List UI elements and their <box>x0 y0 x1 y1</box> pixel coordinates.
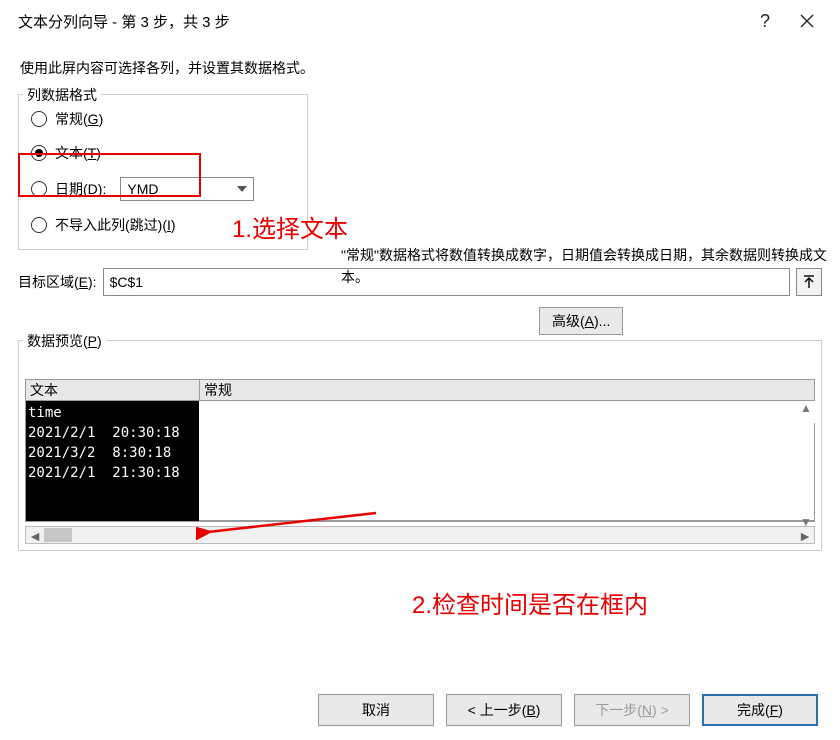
date-format-select[interactable]: YMD <box>120 177 254 201</box>
scroll-left-icon: ◄ <box>28 528 42 544</box>
close-icon <box>800 14 814 28</box>
radio-icon <box>31 111 47 127</box>
format-description: "常规"数据格式将数值转换成数字，日期值会转换成日期，其余数据则转换成文本。 <box>341 244 831 289</box>
advanced-button[interactable]: 高级(A)... <box>539 307 623 335</box>
cancel-button[interactable]: 取消 <box>318 694 434 726</box>
horizontal-scrollbar[interactable]: ◄ ► <box>25 526 815 544</box>
radio-date[interactable]: 日期(D): YMD <box>31 177 297 201</box>
scroll-right-icon: ► <box>798 528 812 544</box>
radio-icon <box>31 217 47 233</box>
preview-legend: 数据预览(P) <box>23 331 106 351</box>
data-preview: 数据预览(P) 文本 常规 time 2021/2/1 20:30:18 202… <box>18 340 822 551</box>
back-button[interactable]: < 上一步(B) <box>446 694 562 726</box>
chevron-down-icon <box>234 181 250 197</box>
preview-data-col2[interactable] <box>199 423 815 521</box>
next-button: 下一步(N) > <box>574 694 690 726</box>
annotation-text-1: 1.选择文本 <box>232 209 348 244</box>
dialog-title: 文本分列向导 - 第 3 步，共 3 步 <box>18 11 744 32</box>
close-button[interactable] <box>786 7 828 35</box>
fieldset-legend: 列数据格式 <box>23 85 101 105</box>
radio-label: 日期(D): <box>55 179 106 199</box>
preview-data-col1[interactable]: time 2021/2/1 20:30:18 2021/3/2 8:30:18 … <box>25 401 199 521</box>
preview-header-col2: 常规 <box>200 380 814 400</box>
intro-text: 使用此屏内容可选择各列，并设置其数据格式。 <box>20 58 822 78</box>
preview-header-col1: 文本 <box>26 380 200 400</box>
radio-icon <box>31 181 47 197</box>
radio-label: 常规(G) <box>55 109 103 129</box>
destination-label: 目标区域(E): <box>18 272 97 292</box>
vertical-scrollbar[interactable]: ▲ ▼ <box>797 401 815 529</box>
radio-icon <box>31 145 47 161</box>
scroll-thumb[interactable] <box>44 528 72 542</box>
help-button[interactable]: ? <box>744 7 786 35</box>
radio-label: 不导入此列(跳过)(I) <box>55 215 176 235</box>
annotation-text-2: 2.检查时间是否在框内 <box>412 585 648 620</box>
destination-value: $C$1 <box>110 274 143 290</box>
radio-text[interactable]: 文本(T) <box>31 143 297 163</box>
radio-general[interactable]: 常规(G) <box>31 109 297 129</box>
radio-label: 文本(T) <box>55 143 101 163</box>
date-format-value: YMD <box>127 181 158 197</box>
scroll-up-icon: ▲ <box>797 401 815 415</box>
preview-header-row: 文本 常规 <box>25 379 815 401</box>
finish-button[interactable]: 完成(F) <box>702 694 818 726</box>
